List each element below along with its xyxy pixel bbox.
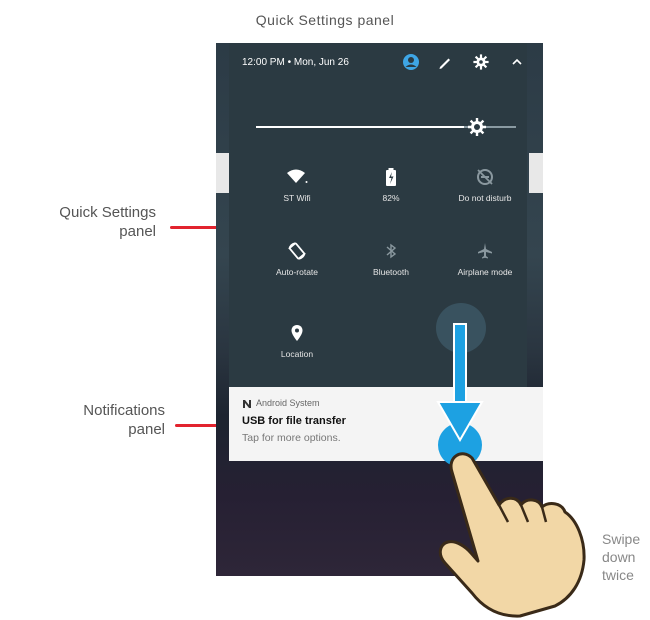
hand-pointer-icon: [438, 452, 586, 618]
swipe-instruction: Swipe down twice: [602, 530, 640, 584]
swipe-instruction-line3: twice: [602, 567, 634, 583]
swipe-instruction-line1: Swipe: [602, 531, 641, 547]
swipe-instruction-line2: down: [602, 549, 636, 565]
swipe-gesture-overlay: [436, 303, 586, 618]
swipe-arrow-shaft: [453, 323, 467, 405]
